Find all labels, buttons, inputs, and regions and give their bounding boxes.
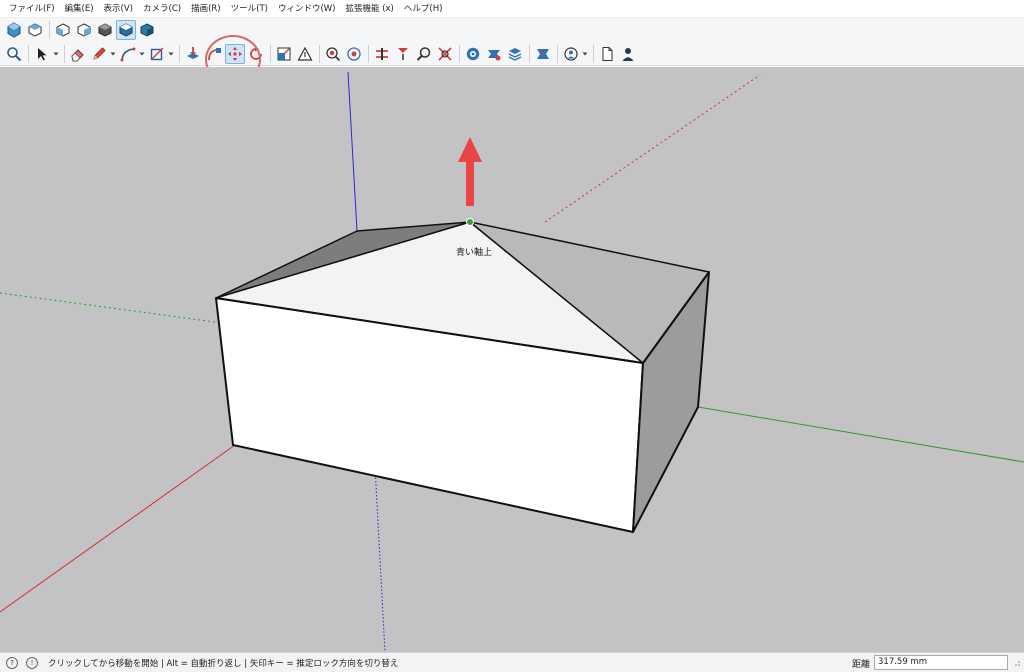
menu-file[interactable]: ファイル(F) [4,0,60,18]
chevron-down-icon[interactable] [53,44,59,64]
chevron-down-icon[interactable] [139,44,145,64]
green-axis [697,406,1024,463]
tools-toolbar [0,42,1024,66]
red-axis [0,444,236,613]
toolbar-separator [28,44,29,63]
style-shaded-icon[interactable] [137,20,157,40]
menu-help[interactable]: ヘルプ(H) [399,0,448,18]
toolbar-separator [529,44,530,63]
blue-axis-dashed [374,466,386,652]
follow-me-icon[interactable] [204,44,224,64]
new-file-icon[interactable] [597,44,617,64]
toolbar-separator [179,44,180,63]
select-icon[interactable] [32,44,52,64]
chevron-down-icon[interactable] [110,44,116,64]
toolbar-separator [593,44,594,63]
zoom-all-icon[interactable] [435,44,455,64]
menu-bar: ファイル(F) 編集(E) 表示(V) カメラ(C) 描画(R) ツール(T) … [0,0,1024,18]
menu-extensions[interactable]: 拡張機能 (x) [341,0,399,18]
zoom-icon[interactable] [4,44,24,64]
toolbar-separator [368,44,369,63]
toolbar-separator [319,44,320,63]
status-bar: ? ! クリックしてから移動を開始 | Alt = 自動折り返し | 矢印キー … [0,652,1024,672]
zoom-window-icon[interactable] [414,44,434,64]
iso-view-icon[interactable] [4,20,24,40]
arrow-head [458,137,482,162]
toolbar-separator [557,44,558,63]
drawing-viewport[interactable]: 青い軸上 [0,67,1024,652]
menu-edit[interactable]: 編集(E) [60,0,99,18]
red-axis-dashed [544,74,761,223]
arc-icon[interactable] [118,44,138,64]
orbit-icon[interactable] [344,44,364,64]
menu-draw[interactable]: 描画(R) [186,0,226,18]
menu-tools[interactable]: ツール(T) [226,0,273,18]
rectangle-icon[interactable] [147,44,167,64]
status-message: クリックしてから移動を開始 | Alt = 自動折り返し | 矢印キー = 推定… [48,658,399,669]
inference-point [466,218,474,226]
rotate-icon[interactable] [246,44,266,64]
scale-icon[interactable] [274,44,294,64]
menu-window[interactable]: ウィンドウ(W) [273,0,341,18]
front-view-icon[interactable] [53,20,73,40]
user-icon[interactable] [618,44,638,64]
zoom-extents-icon[interactable] [393,44,413,64]
push-pull-icon[interactable] [183,44,203,64]
sandbox-icon[interactable] [533,44,553,64]
inference-tooltip: 青い軸上 [456,248,493,258]
measurements-input[interactable]: 317.59 mm [874,655,1008,670]
measurements-label: 距離 [852,660,871,670]
back-view-icon[interactable] [95,20,115,40]
chevron-down-icon[interactable] [168,44,174,64]
extension-warehouse-icon[interactable] [484,44,504,64]
model-info-icon[interactable] [561,44,581,64]
help-icon[interactable]: ? [6,656,18,669]
pencil-icon[interactable] [89,44,109,64]
menu-view[interactable]: 表示(V) [99,0,138,18]
left-view-icon[interactable] [116,20,136,40]
right-view-icon[interactable] [74,20,94,40]
green-axis-dashed [0,292,216,323]
toolbar-separator [270,44,271,63]
info-icon[interactable]: ! [26,656,38,669]
toolbar-separator [64,44,65,63]
top-view-icon[interactable] [25,20,45,40]
warehouse-icon[interactable] [463,44,483,64]
tape-measure-icon[interactable] [295,44,315,64]
layers-icon[interactable] [505,44,525,64]
views-toolbar [0,18,1024,42]
scene-canvas [0,71,1024,652]
text-icon[interactable] [323,44,343,64]
toolbar-separator [459,44,460,63]
chevron-down-icon[interactable] [582,44,588,64]
arrow-shaft [466,162,474,206]
blue-axis [347,71,358,232]
toolbar-separator [49,21,50,39]
menu-camera[interactable]: カメラ(C) [138,0,186,18]
move-icon[interactable] [225,43,245,64]
pan-icon[interactable] [372,44,392,64]
resize-grip-icon[interactable] [1013,659,1021,667]
eraser-icon[interactable] [68,44,88,64]
